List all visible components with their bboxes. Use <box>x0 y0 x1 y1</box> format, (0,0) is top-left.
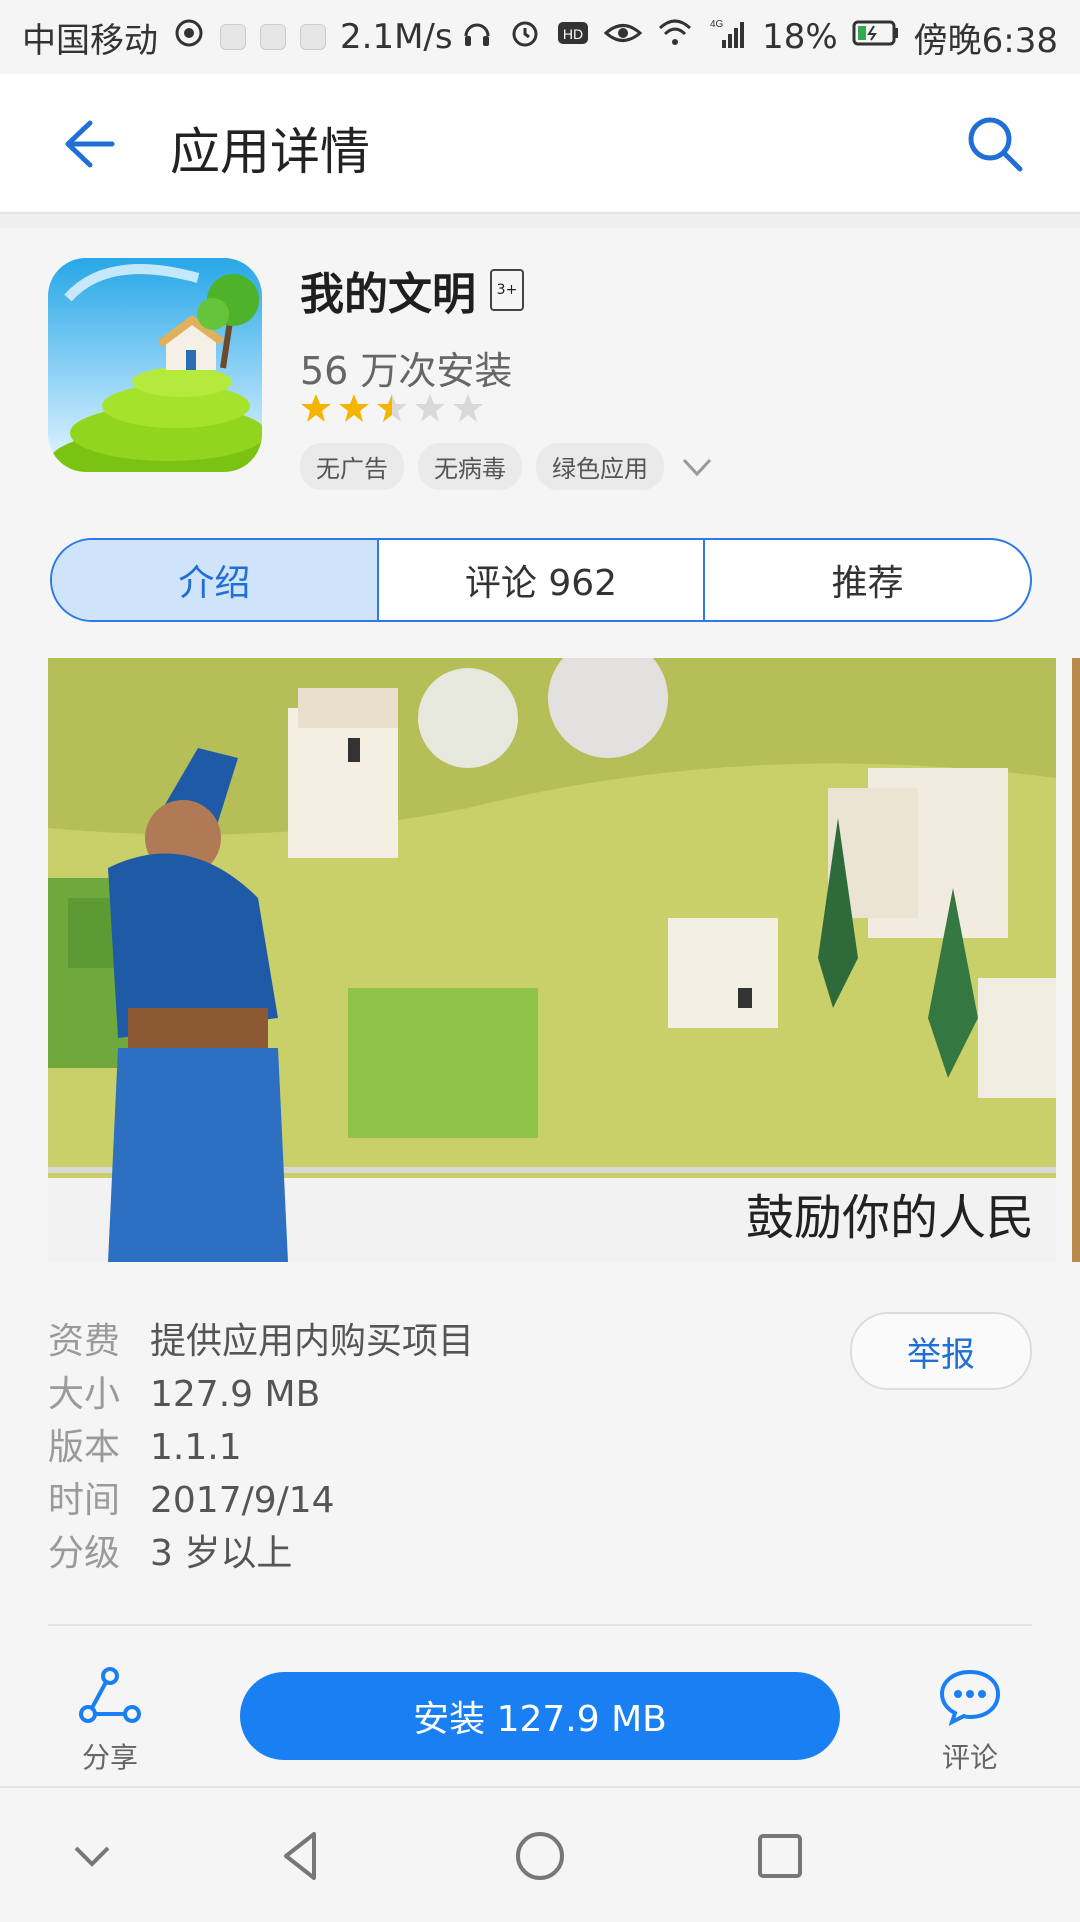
app-header: 我的文明 3+ 56 万次安装 无广告 无病毒 绿色应用 <box>0 228 1080 528</box>
info-value: 提供应用内购买项目 <box>150 1321 475 1362</box>
comment-button[interactable]: 评论 <box>920 1666 1020 1776</box>
share-icon <box>79 1667 141 1723</box>
app-notification-icon <box>260 24 286 50</box>
info-row-date: 时间 2017/9/14 <box>48 1471 1032 1524</box>
battery-icon <box>852 17 900 57</box>
age-rating-text: 3+ <box>496 282 518 298</box>
tag-no-virus: 无病毒 <box>418 443 522 490</box>
share-label: 分享 <box>81 1741 138 1774</box>
screenshot-caption: 鼓励你的人民 <box>745 1190 1034 1246</box>
status-right: HD 4G 18% 傍晚6:38 <box>460 13 1058 62</box>
battery-percent: 18% <box>762 17 838 57</box>
network-speed: 2.1M/s <box>340 17 453 57</box>
chevron-down-icon[interactable] <box>678 448 716 486</box>
app-icon <box>48 258 262 472</box>
tag-green-app: 绿色应用 <box>536 443 664 490</box>
star-icon <box>415 394 445 422</box>
age-rating-badge: 3+ <box>490 269 524 311</box>
info-row-age-rating: 分级 3 岁以上 <box>48 1524 1032 1577</box>
signal-icon: 4G <box>708 16 748 59</box>
next-screenshot-peek[interactable] <box>1072 658 1080 1262</box>
star-icon <box>453 394 483 422</box>
nav-recents-icon[interactable] <box>748 1824 812 1888</box>
info-value: 2017/9/14 <box>150 1480 335 1521</box>
hide-nav-chevron-icon[interactable] <box>60 1824 124 1888</box>
report-button[interactable]: 举报 <box>850 1312 1032 1390</box>
hotspot-icon <box>172 16 206 59</box>
bottom-action-bar: 分享 安装 127.9 MB 评论 <box>0 1626 1080 1786</box>
info-value: 127.9 MB <box>150 1374 321 1415</box>
info-label: 分级 <box>48 1533 121 1574</box>
star-icon <box>339 394 369 422</box>
nav-home-icon[interactable] <box>508 1824 572 1888</box>
share-button[interactable]: 分享 <box>60 1666 160 1776</box>
svg-text:4G: 4G <box>710 19 724 30</box>
carrier-name: 中国移动 <box>22 20 158 61</box>
app-notification-icon <box>300 24 326 50</box>
tab-recommend[interactable]: 推荐 <box>705 540 1030 620</box>
app-tags: 无广告 无病毒 绿色应用 <box>300 443 716 490</box>
app-title-row: 我的文明 3+ <box>300 258 524 322</box>
app-name: 我的文明 <box>300 269 476 320</box>
info-row-version: 版本 1.1.1 <box>48 1418 1032 1471</box>
tag-no-ads: 无广告 <box>300 443 404 490</box>
install-count: 56 万次安装 <box>300 349 513 393</box>
back-arrow-icon[interactable] <box>50 109 120 179</box>
comment-icon <box>939 1669 1001 1726</box>
info-label: 资费 <box>48 1321 121 1362</box>
system-nav-bar <box>0 1786 1080 1922</box>
info-label: 时间 <box>48 1480 121 1521</box>
svg-text:HD: HD <box>563 26 583 42</box>
hd-icon: HD <box>556 16 590 59</box>
info-value: 3 岁以上 <box>150 1533 293 1574</box>
page-title: 应用详情 <box>170 123 370 181</box>
wifi-icon <box>656 16 694 59</box>
tab-intro[interactable]: 介绍 <box>52 540 379 620</box>
rating-stars <box>300 392 484 424</box>
info-label: 版本 <box>48 1427 121 1468</box>
search-icon[interactable] <box>960 109 1030 179</box>
headphones-icon <box>460 16 494 59</box>
header-divider <box>0 214 1080 228</box>
game-screenshot <box>48 658 1056 1262</box>
screenshot-carousel-item[interactable]: 鼓励你的人民 <box>48 658 1056 1262</box>
info-value: 1.1.1 <box>150 1427 242 1468</box>
install-button[interactable]: 安装 127.9 MB <box>240 1672 840 1760</box>
nav-back-icon[interactable] <box>270 1824 334 1888</box>
comment-label: 评论 <box>941 1741 998 1774</box>
app-notification-icon <box>220 24 246 50</box>
clock-time: 傍晚6:38 <box>913 20 1058 61</box>
info-label: 大小 <box>48 1374 121 1415</box>
status-left: 中国移动 2.1M/s <box>22 13 453 62</box>
detail-tabs: 介绍 评论 962 推荐 <box>50 538 1032 622</box>
tab-reviews[interactable]: 评论 962 <box>379 540 706 620</box>
alarm-icon <box>508 16 542 59</box>
star-icon <box>301 394 331 422</box>
app-bar: 应用详情 <box>0 74 1080 214</box>
status-bar: 中国移动 2.1M/s HD 4G 18% 傍晚6:38 <box>0 0 1080 74</box>
eye-icon <box>603 16 643 59</box>
star-icon <box>377 394 407 422</box>
